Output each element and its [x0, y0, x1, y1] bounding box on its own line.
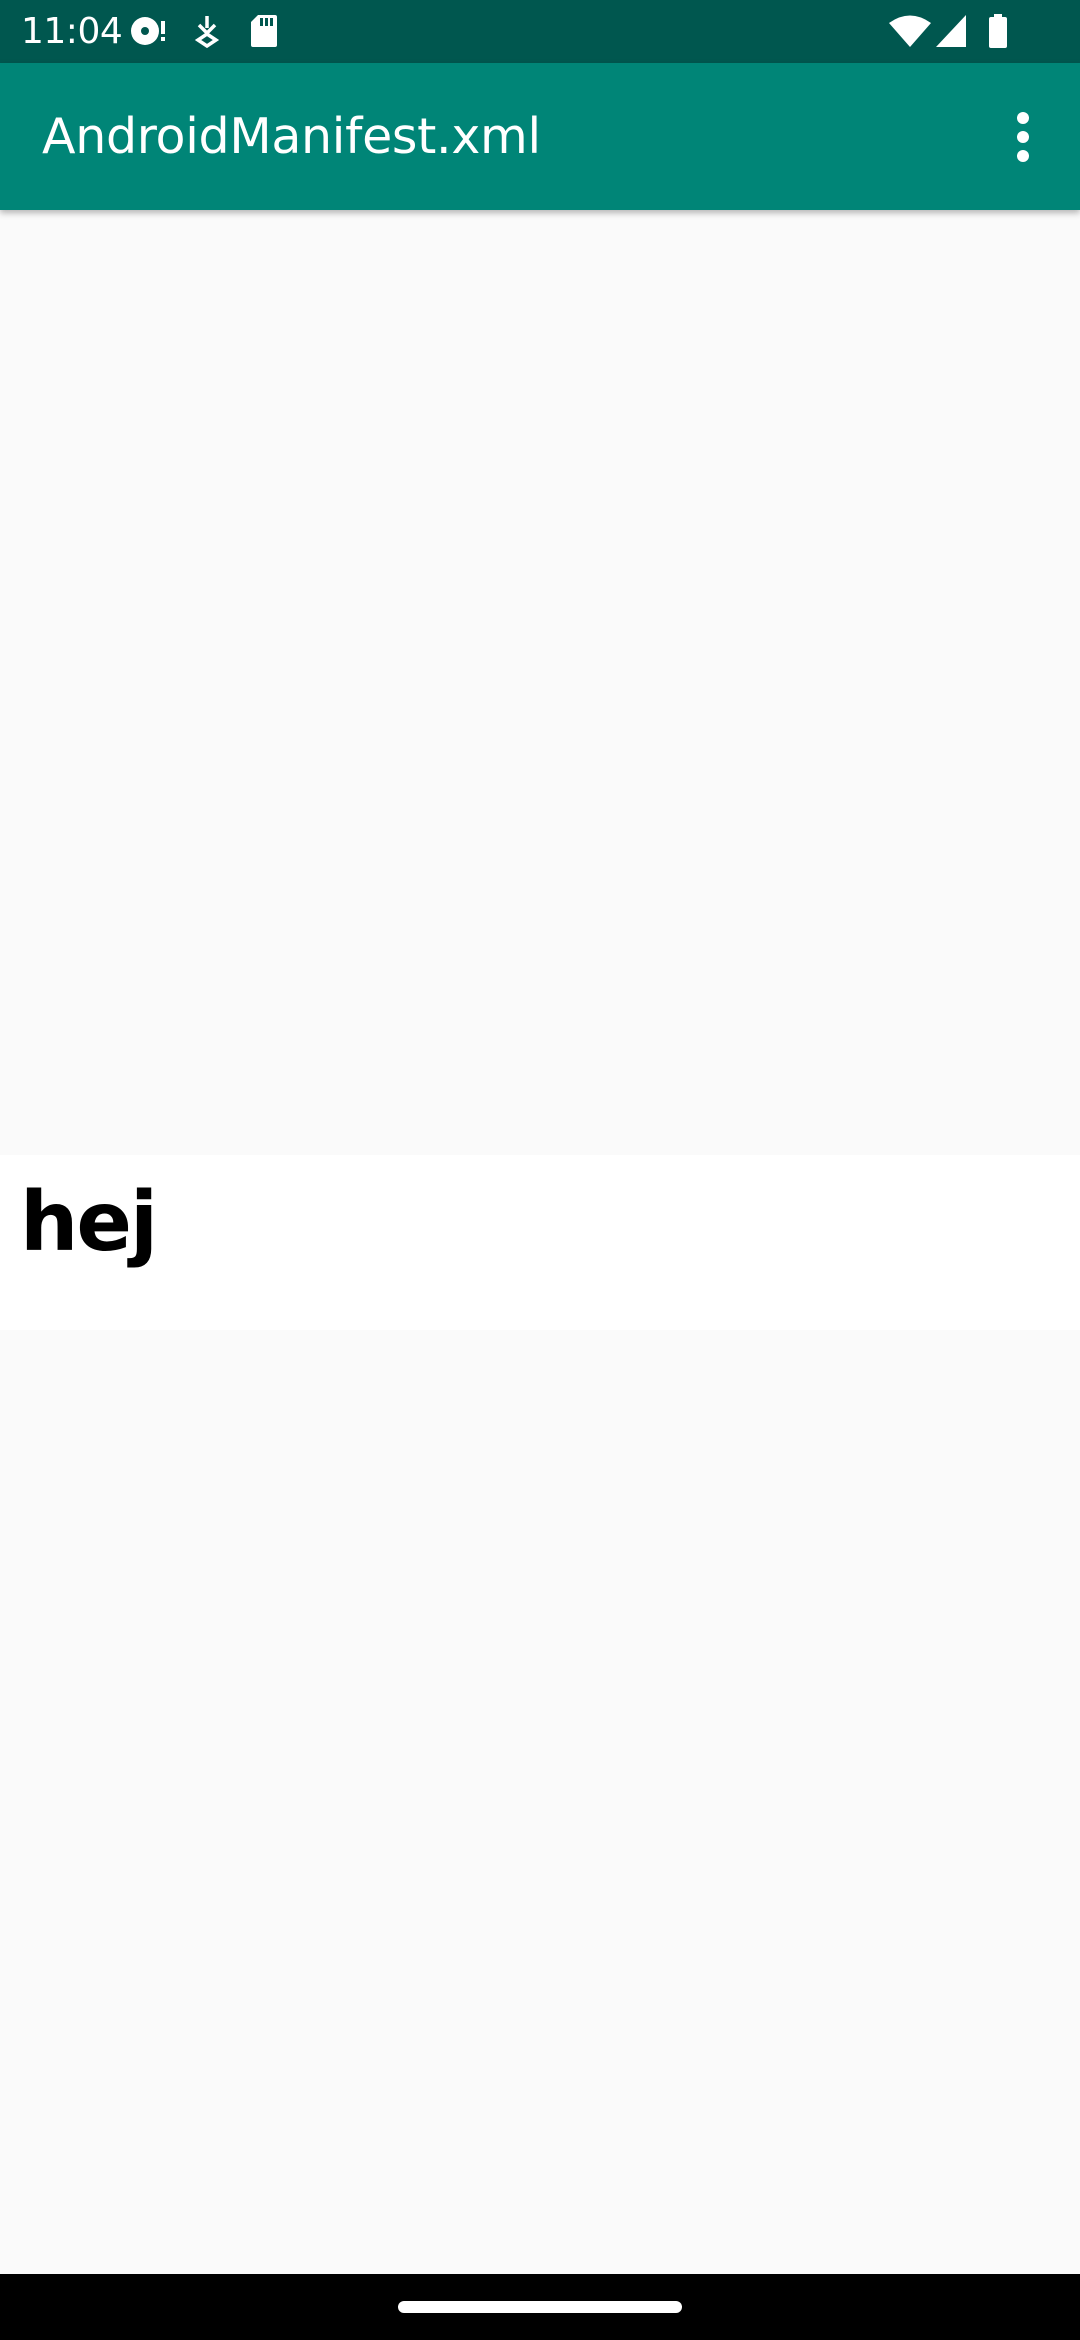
cellular-signal-icon	[936, 15, 966, 47]
status-time: 11:04	[21, 11, 123, 52]
download-notification-icon	[194, 16, 220, 48]
navigation-bar	[0, 2274, 1080, 2340]
content-area: hej	[0, 210, 1080, 2274]
page-title: AndroidManifest.xml	[42, 108, 541, 165]
more-vert-icon	[1017, 112, 1029, 162]
wifi-icon	[889, 15, 931, 47]
status-bar: 11:04	[0, 0, 1080, 63]
more-options-button[interactable]	[990, 101, 1056, 173]
battery-icon	[989, 14, 1007, 48]
text-card: hej	[0, 1155, 1080, 1330]
app-bar: AndroidManifest.xml	[0, 63, 1080, 210]
sd-card-icon	[251, 15, 277, 47]
home-gesture-handle[interactable]	[398, 2301, 682, 2313]
media-notification-icon	[131, 17, 165, 45]
content-text: hej	[20, 1175, 158, 1270]
